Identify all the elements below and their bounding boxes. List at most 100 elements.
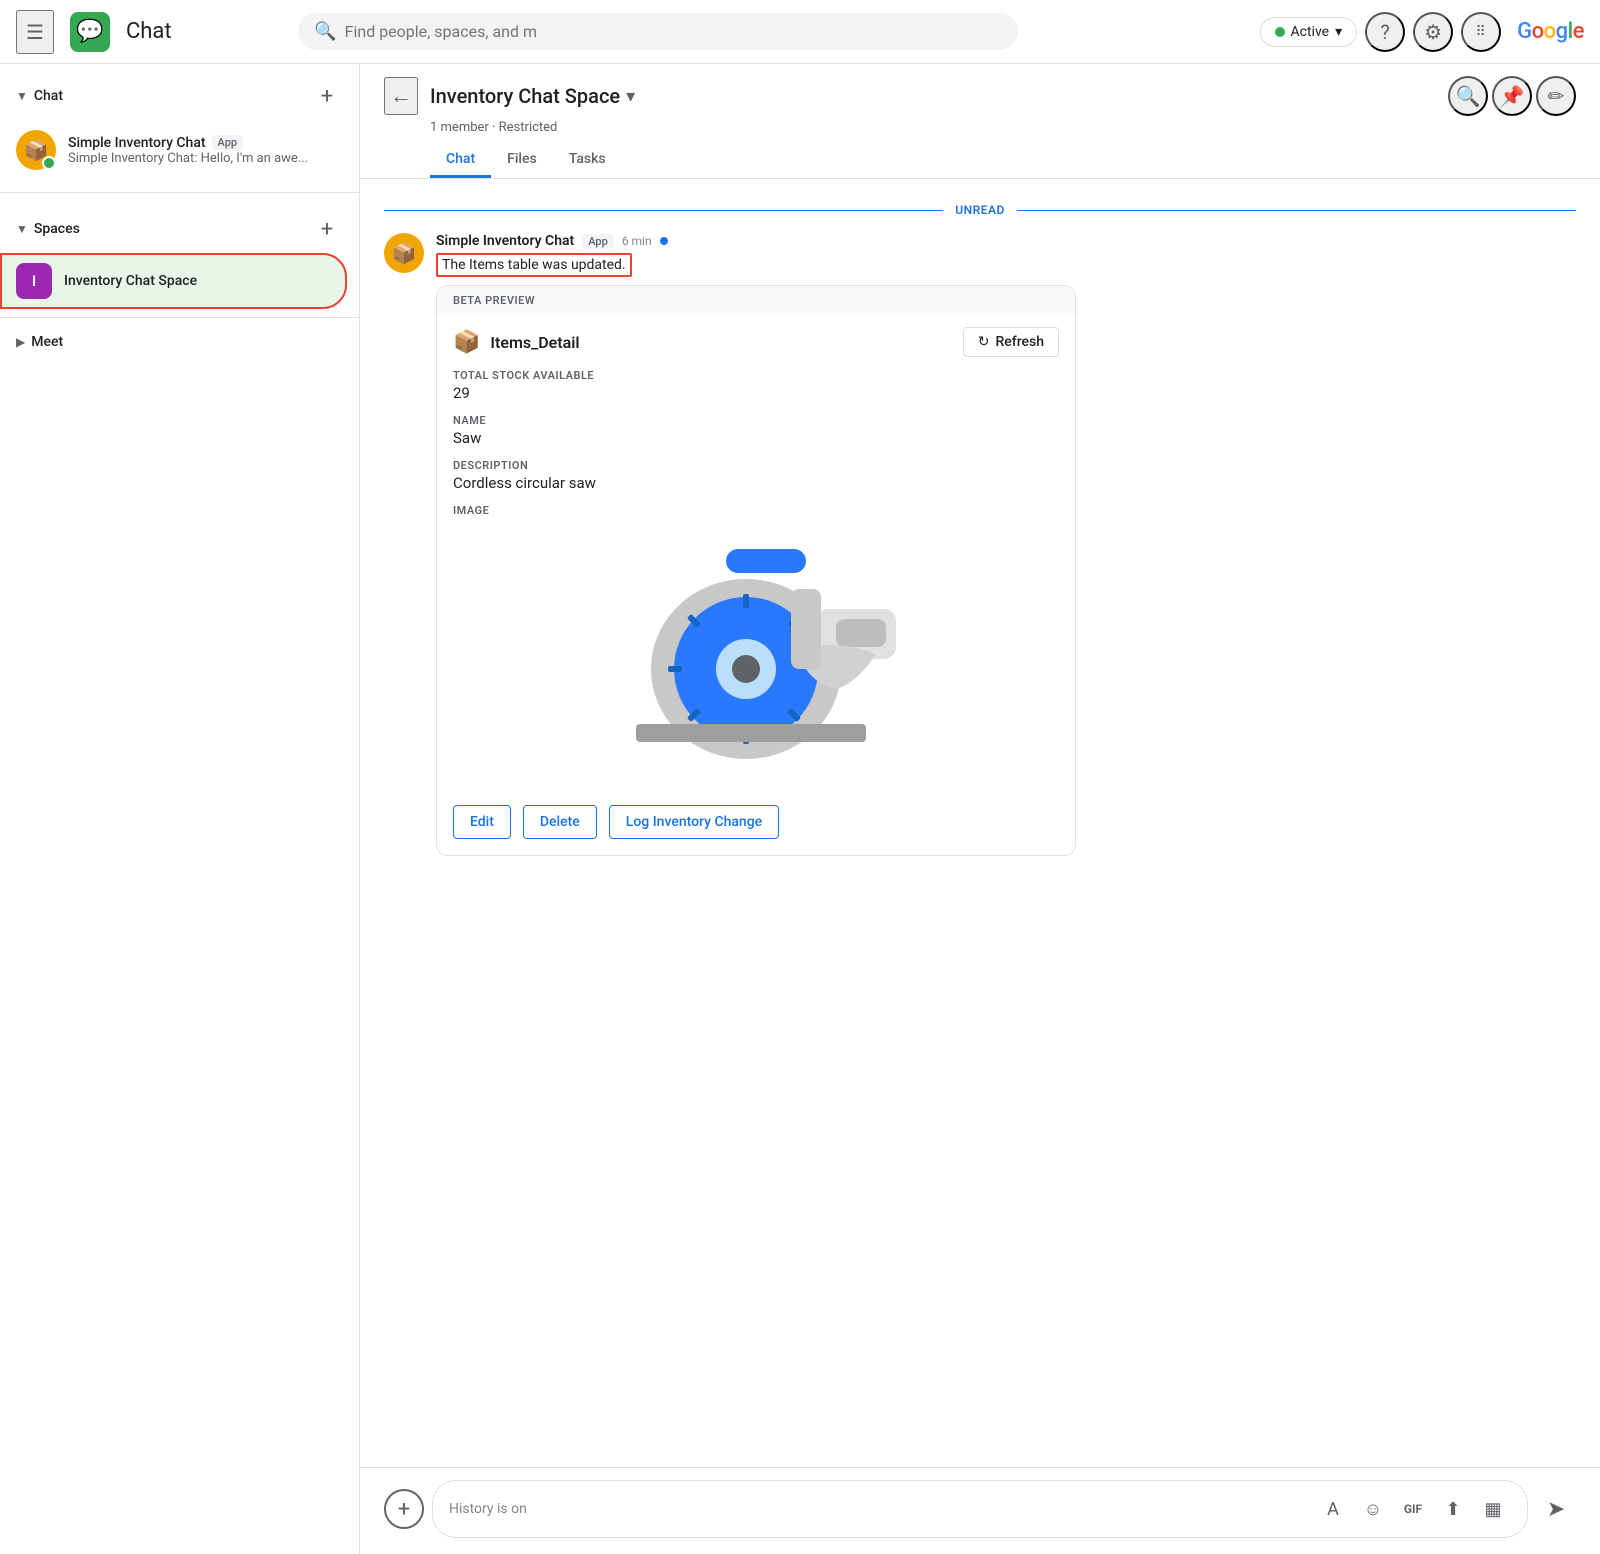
send-button[interactable]: ➤ [1536, 1489, 1576, 1529]
content-area: ← Inventory Chat Space ▾ 🔍 📌 ✏ 1 member … [360, 64, 1600, 1554]
meet-chevron-icon: ▶ [16, 335, 25, 349]
help-icon[interactable]: ? [1365, 12, 1405, 52]
active-label: Active [1291, 24, 1330, 40]
card-title-text: Items_Detail [490, 333, 579, 352]
log-inventory-change-button[interactable]: Log Inventory Change [609, 805, 779, 839]
card-items-detail: BETA PREVIEW 📦 Items_Detail ↻ Refresh [436, 285, 1076, 856]
circular-saw-svg [596, 539, 916, 759]
spaces-avatar: I [16, 263, 52, 299]
chat-tabs: Chat Files Tasks [430, 143, 1576, 178]
unread-label: UNREAD [955, 203, 1005, 217]
chat-section-title: ▼ Chat [16, 88, 63, 104]
settings-icon[interactable]: ⚙ [1413, 12, 1453, 52]
meet-section-header[interactable]: ▶ Meet [0, 326, 359, 358]
add-space-button[interactable]: + [311, 213, 343, 245]
field-total-stock: TOTAL STOCK AVAILABLE 29 [453, 369, 1059, 402]
chat-meta: 1 member · Restricted [430, 120, 1576, 135]
chat-chevron-icon: ▼ [16, 89, 28, 103]
unread-line-right [1017, 210, 1576, 211]
sidebar-item-inventory-chat-space[interactable]: I Inventory Chat Space [0, 253, 347, 309]
emoji-icon[interactable]: ☺ [1355, 1491, 1391, 1527]
message-sender: Simple Inventory Chat [436, 233, 574, 249]
message-avatar: 📦 [384, 233, 424, 273]
app-title: Chat [126, 19, 172, 44]
apps-grid-icon[interactable]: ⠿ [1461, 12, 1501, 52]
space-name-dropdown-icon[interactable]: ▾ [626, 86, 635, 107]
search-icon: 🔍 [314, 21, 336, 42]
spaces-item-name: Inventory Chat Space [64, 273, 197, 289]
message-input-row: + History is on A ☺ GIF ⬆ ▦ ➤ [384, 1480, 1576, 1538]
chat-section-header[interactable]: ▼ Chat + [0, 72, 359, 120]
saw-image [453, 519, 1059, 769]
unread-divider: UNREAD [384, 203, 1576, 217]
tab-chat[interactable]: Chat [430, 143, 491, 178]
meet-icon[interactable]: ▦ [1475, 1491, 1511, 1527]
sidebar: ▼ Chat + 📦 Simple Inventory Chat App Sim… [0, 64, 360, 1554]
edit-button[interactable]: Edit [453, 805, 511, 839]
field-description-label: DESCRIPTION [453, 459, 1059, 472]
spaces-section-title: ▼ Spaces [16, 221, 80, 237]
add-attachment-button[interactable]: + [384, 1489, 424, 1529]
gif-icon[interactable]: GIF [1395, 1491, 1431, 1527]
active-status-button[interactable]: Active ▾ [1260, 17, 1358, 47]
tab-files[interactable]: Files [491, 143, 553, 178]
meet-section: ▶ Meet [0, 317, 359, 366]
message-time: 6 min [622, 234, 652, 248]
upload-icon[interactable]: ⬆ [1435, 1491, 1471, 1527]
unread-line-left [384, 210, 943, 211]
refresh-icon: ↻ [978, 334, 990, 350]
card-actions: Edit Delete Log Inventory Change [437, 797, 1075, 855]
spaces-section-header[interactable]: ▼ Spaces + [0, 205, 359, 253]
chat-item-info: Simple Inventory Chat App Simple Invento… [68, 135, 331, 166]
field-name: NAME Saw [453, 414, 1059, 447]
search-bar[interactable]: 🔍 [298, 13, 1018, 50]
chat-item-preview: Simple Inventory Chat: Hello, I'm an awe… [68, 151, 331, 166]
message-input-area: + History is on A ☺ GIF ⬆ ▦ ➤ [360, 1467, 1600, 1554]
field-total-stock-label: TOTAL STOCK AVAILABLE [453, 369, 1059, 382]
tab-tasks[interactable]: Tasks [553, 143, 622, 178]
chat-search-icon[interactable]: 🔍 [1448, 76, 1488, 116]
chat-logo-icon: 💬 [76, 19, 103, 44]
field-total-stock-value: 29 [453, 384, 1059, 402]
meet-section-title: ▶ Meet [16, 334, 63, 350]
field-name-value: Saw [453, 429, 1059, 447]
header-right: Active ▾ ? ⚙ ⠿ Google [1260, 12, 1584, 52]
chat-header: ← Inventory Chat Space ▾ 🔍 📌 ✏ 1 member … [360, 64, 1600, 179]
chat-section: ▼ Chat + 📦 Simple Inventory Chat App Sim… [0, 64, 359, 188]
search-input[interactable] [345, 22, 1003, 41]
chat-online-badge [42, 156, 56, 170]
delete-button[interactable]: Delete [523, 805, 597, 839]
chat-item-name: Simple Inventory Chat App [68, 135, 331, 151]
card-icon: 📦 [453, 330, 480, 355]
active-dropdown-icon: ▾ [1335, 24, 1342, 40]
active-dot [1275, 27, 1285, 37]
refresh-button[interactable]: ↻ Refresh [963, 327, 1059, 357]
field-name-label: NAME [453, 414, 1059, 427]
message-content: Simple Inventory Chat App 6 min The Item… [436, 233, 1576, 856]
add-chat-button[interactable]: + [311, 80, 343, 112]
card-title-left: 📦 Items_Detail [453, 330, 580, 355]
app-badge: App [212, 135, 244, 150]
chat-avatar: 📦 [16, 130, 56, 170]
message-text-highlighted: The Items table was updated. [436, 253, 632, 277]
messages-area: UNREAD 📦 Simple Inventory Chat App 6 min… [360, 179, 1600, 1467]
chat-item-simple-inventory[interactable]: 📦 Simple Inventory Chat App Simple Inven… [0, 120, 347, 180]
card-beta-label: BETA PREVIEW [437, 286, 1075, 315]
field-image-label: IMAGE [453, 504, 1059, 517]
chat-compose-icon[interactable]: ✏ [1536, 76, 1576, 116]
message-row: 📦 Simple Inventory Chat App 6 min The It… [384, 233, 1576, 856]
chat-pin-icon[interactable]: 📌 [1492, 76, 1532, 116]
message-input-box[interactable]: History is on A ☺ GIF ⬆ ▦ [432, 1480, 1528, 1538]
back-button[interactable]: ← [384, 77, 418, 115]
main-layout: ▼ Chat + 📦 Simple Inventory Chat App Sim… [0, 64, 1600, 1554]
input-icon-row: A ☺ GIF ⬆ ▦ [1315, 1491, 1511, 1527]
spaces-section: ▼ Spaces + I Inventory Chat Space [0, 197, 359, 317]
app-logo: 💬 [70, 12, 110, 52]
hamburger-menu-icon[interactable]: ☰ [16, 10, 54, 54]
format-text-icon[interactable]: A [1315, 1491, 1351, 1527]
message-unread-dot [660, 237, 668, 245]
top-header: ☰ 💬 Chat 🔍 Active ▾ ? ⚙ ⠿ Google [0, 0, 1600, 64]
chat-header-top: ← Inventory Chat Space ▾ 🔍 📌 ✏ [384, 76, 1576, 116]
field-image: IMAGE [453, 504, 1059, 769]
google-logo: Google [1517, 19, 1584, 44]
